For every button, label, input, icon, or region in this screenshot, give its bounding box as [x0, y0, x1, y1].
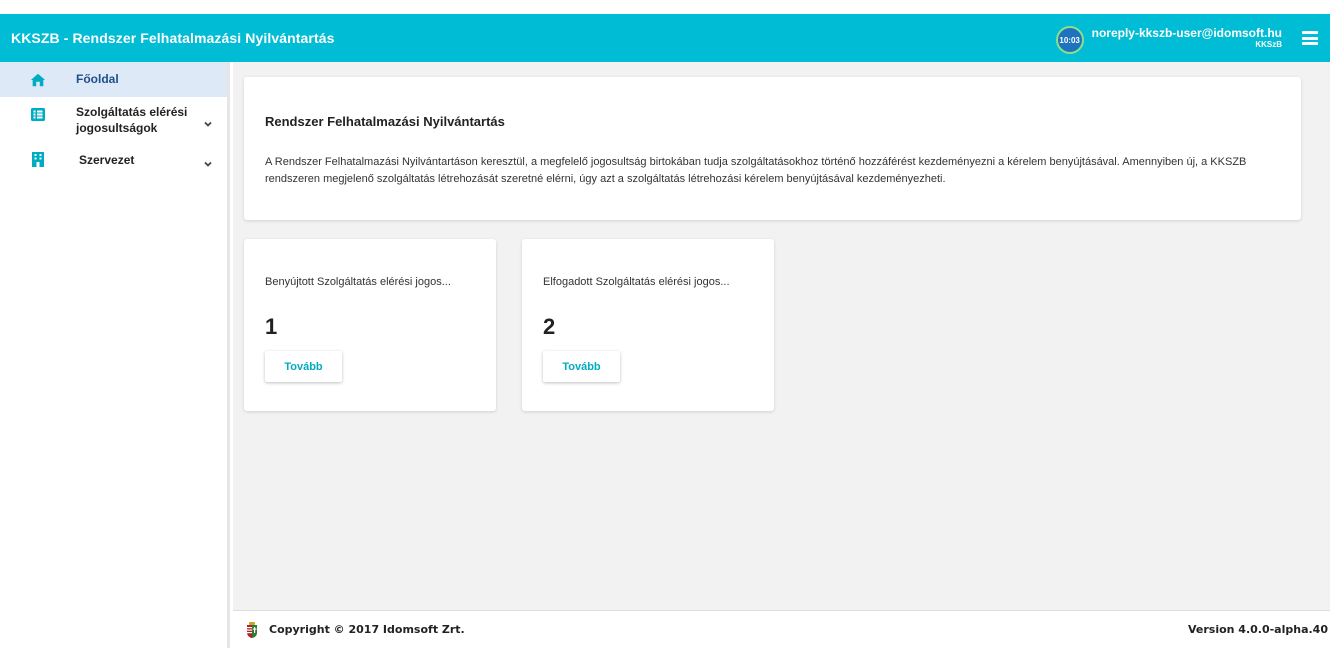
sidebar-item-service-access-rights[interactable]: Szolgáltatás elérési jogosultságok	[0, 97, 227, 145]
accepted-requests-card: Elfogadott Szolgáltatás elérési jogos...…	[522, 239, 774, 411]
stat-label: Benyújtott Szolgáltatás elérési jogos...	[265, 276, 451, 288]
app-header: KKSZB - Rendszer Felhatalmazási Nyilvánt…	[0, 14, 1330, 62]
building-icon	[30, 151, 46, 167]
footer: Copyright © 2017 Idomsoft Zrt. Version 4…	[233, 610, 1330, 648]
header-user-area: 10:03 noreply-kkszb-user@idomsoft.hu KKS…	[1055, 14, 1330, 62]
user-email: noreply-kkszb-user@idomsoft.hu	[1091, 25, 1282, 40]
stat-value: 1	[265, 314, 278, 339]
main-content: Rendszer Felhatalmazási Nyilvántartás A …	[233, 62, 1330, 610]
submitted-more-button[interactable]: Tovább	[265, 351, 342, 382]
chevron-down-icon	[203, 116, 213, 127]
accepted-more-button[interactable]: Tovább	[543, 351, 620, 382]
user-info[interactable]: noreply-kkszb-user@idomsoft.hu KKSzB	[1091, 25, 1282, 50]
sidebar: Főoldal Szolgáltatás elérési jogosultság…	[0, 62, 230, 648]
sidebar-item-organization[interactable]: Szervezet	[0, 145, 227, 177]
sidebar-item-label: Szervezet	[79, 153, 135, 168]
version-text: Version 4.0.0-alpha.40	[1187, 623, 1328, 636]
sidebar-item-home[interactable]: Főoldal	[0, 62, 227, 97]
copyright-text: Copyright © 2017 Idomsoft Zrt.	[269, 623, 465, 636]
sidebar-item-label: Főoldal	[76, 71, 119, 86]
session-timer-badge: 10:03	[1055, 26, 1084, 54]
intro-card: Rendszer Felhatalmazási Nyilvántartás A …	[244, 77, 1301, 220]
hamburger-menu-icon[interactable]	[1302, 31, 1318, 45]
stat-value: 2	[543, 314, 556, 339]
sidebar-item-label: Szolgáltatás elérési jogosultságok	[76, 105, 188, 135]
stat-label: Elfogadott Szolgáltatás elérési jogos...	[543, 276, 730, 288]
submitted-requests-card: Benyújtott Szolgáltatás elérési jogos...…	[244, 239, 496, 411]
chevron-down-icon	[203, 156, 213, 167]
list-icon	[30, 106, 46, 122]
app-title: KKSZB - Rendszer Felhatalmazási Nyilvánt…	[11, 30, 335, 46]
coat-of-arms-icon	[246, 622, 258, 638]
intro-title: Rendszer Felhatalmazási Nyilvántartás	[265, 114, 505, 129]
intro-text: A Rendszer Felhatalmazási Nyilvántartáso…	[265, 156, 1247, 186]
user-organization: KKSzB	[1255, 40, 1282, 50]
home-icon	[30, 72, 46, 88]
